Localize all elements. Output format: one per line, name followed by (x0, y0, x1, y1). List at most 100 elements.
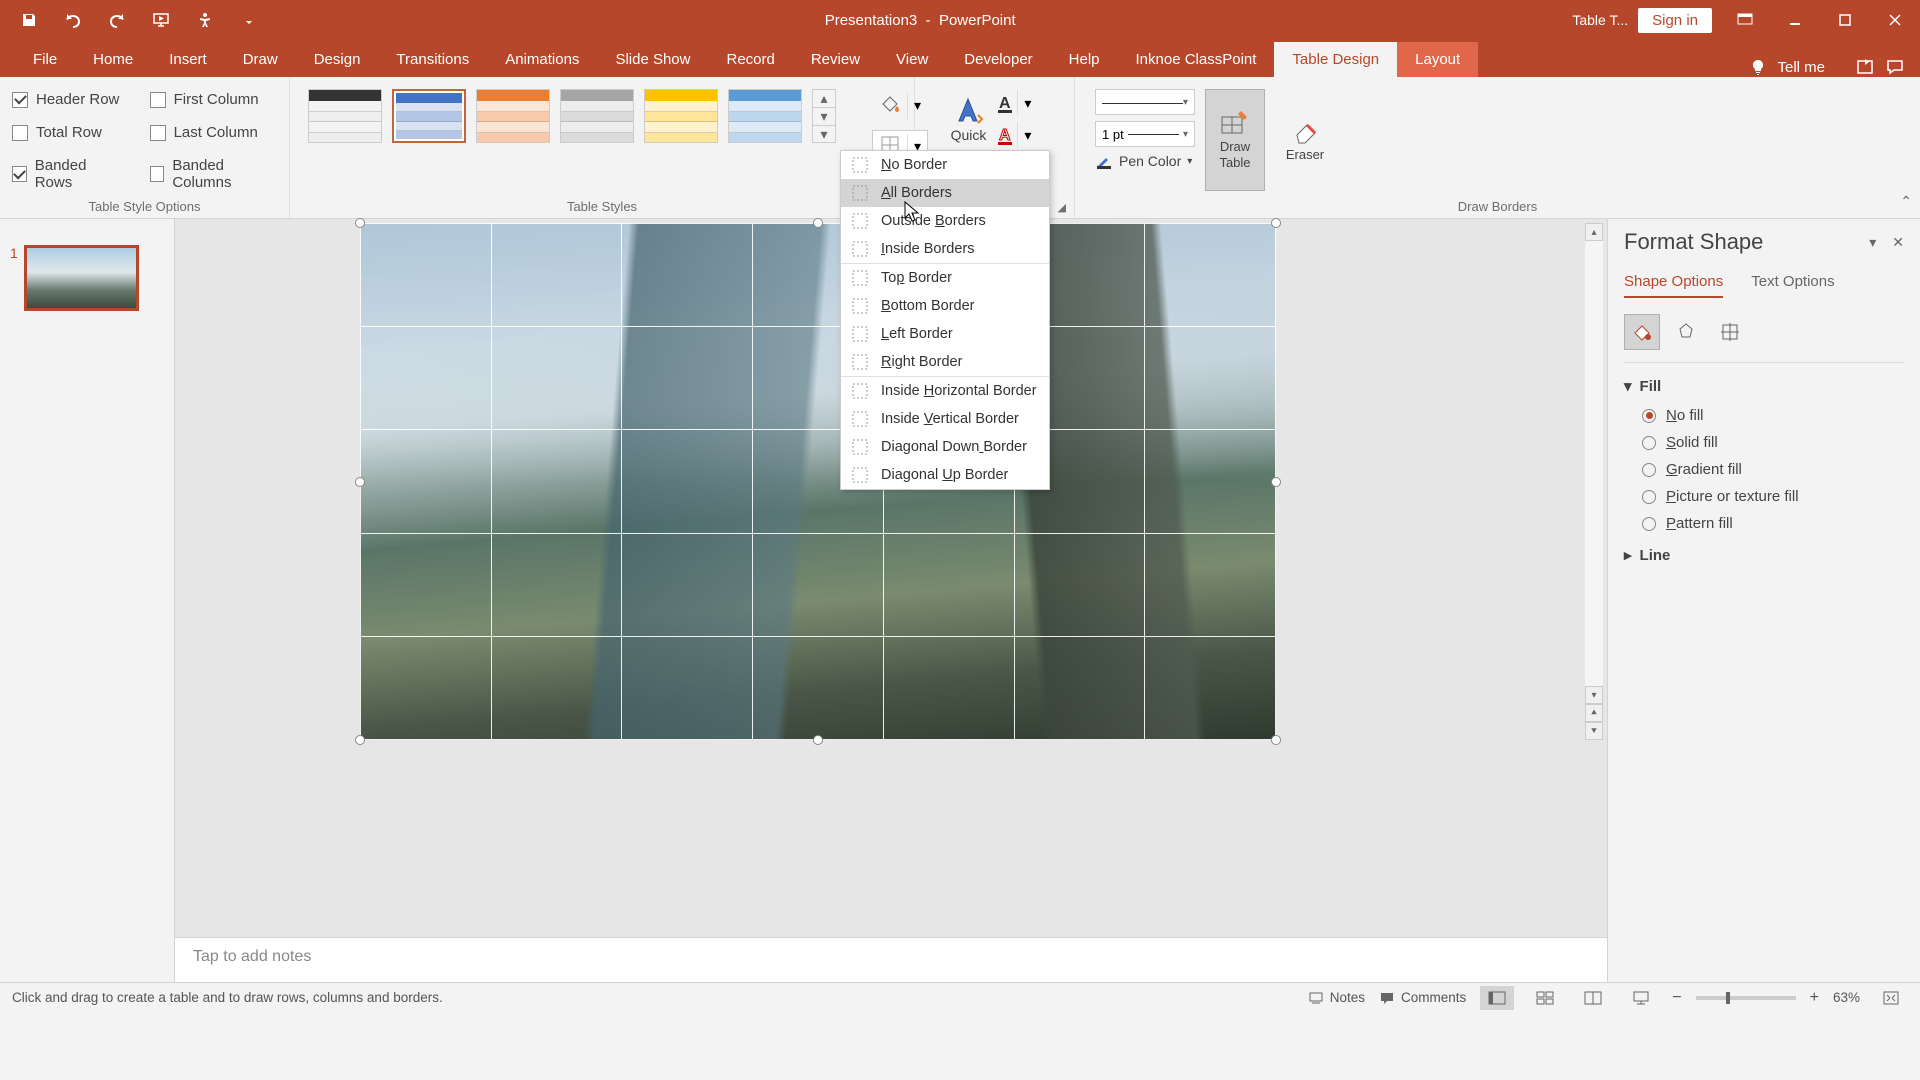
fit-to-window-icon[interactable] (1874, 986, 1908, 1010)
tab-help[interactable]: Help (1051, 42, 1118, 77)
selection-handle[interactable] (1271, 735, 1281, 745)
notes-toggle-button[interactable]: Notes (1308, 990, 1365, 1005)
tab-transitions[interactable]: Transitions (378, 42, 487, 77)
dialog-launcher-icon[interactable]: ◢ (1058, 201, 1066, 214)
slideshow-view-icon[interactable] (1624, 986, 1658, 1010)
normal-view-icon[interactable] (1480, 986, 1514, 1010)
draw-table-button[interactable]: Draw Table (1205, 89, 1265, 191)
style-swatch[interactable] (392, 89, 466, 143)
text-fill-button[interactable]: A▾ (994, 89, 1038, 117)
size-properties-icon[interactable] (1712, 314, 1748, 350)
scroll-up-icon[interactable]: ▴ (1585, 223, 1603, 241)
tab-text-options[interactable]: Text Options (1751, 273, 1834, 298)
undo-icon[interactable] (56, 3, 90, 37)
selection-handle[interactable] (355, 218, 365, 228)
tab-developer[interactable]: Developer (946, 42, 1050, 77)
tab-home[interactable]: Home (75, 42, 151, 77)
tab-slideshow[interactable]: Slide Show (597, 42, 708, 77)
selection-handle[interactable] (1271, 477, 1281, 487)
notes-pane[interactable]: Tap to add notes (175, 937, 1607, 982)
tab-shape-options[interactable]: Shape Options (1624, 273, 1723, 298)
menu-item-border[interactable]: Inside Borders (841, 235, 1049, 263)
tab-layout[interactable]: Layout (1397, 42, 1478, 77)
tab-insert[interactable]: Insert (151, 42, 225, 77)
style-swatch[interactable] (560, 89, 634, 143)
chk-header-row[interactable]: Header Row (12, 91, 120, 108)
table-styles-gallery[interactable]: ▴▾▾ (302, 85, 842, 147)
chk-total-row[interactable]: Total Row (12, 124, 120, 141)
selection-handle[interactable] (813, 735, 823, 745)
menu-item-border[interactable]: Left Border (841, 320, 1049, 348)
maximize-icon[interactable] (1820, 0, 1870, 40)
slideshow-from-beginning-icon[interactable] (144, 3, 178, 37)
tab-design[interactable]: Design (296, 42, 379, 77)
chk-last-column[interactable]: Last Column (150, 124, 277, 141)
redo-icon[interactable] (100, 3, 134, 37)
chk-banded-rows[interactable]: Banded Rows (12, 157, 120, 191)
gallery-more-button[interactable]: ▴▾▾ (812, 89, 836, 143)
slide-thumbnail[interactable] (24, 245, 139, 311)
vertical-scrollbar[interactable]: ▴ ▾ ⯅ ⯆ (1585, 223, 1603, 740)
ribbon-display-icon[interactable] (1720, 0, 1770, 40)
quick-styles-button[interactable]: Quick (951, 95, 987, 143)
menu-item-border[interactable]: Bottom Border (841, 292, 1049, 320)
pen-color-button[interactable]: Pen Color ▾ (1095, 153, 1195, 169)
tab-view[interactable]: View (878, 42, 946, 77)
collapse-ribbon-icon[interactable]: ⌃ (1900, 193, 1912, 210)
zoom-slider[interactable] (1696, 996, 1796, 1000)
fill-radio-option[interactable]: Gradient fill (1642, 461, 1904, 478)
zoom-in-button[interactable]: + (1810, 989, 1819, 1007)
tab-draw[interactable]: Draw (225, 42, 296, 77)
comments-toggle-button[interactable]: Comments (1379, 990, 1466, 1005)
minimize-icon[interactable] (1770, 0, 1820, 40)
selection-handle[interactable] (355, 477, 365, 487)
prev-slide-icon[interactable]: ⯅ (1585, 704, 1603, 722)
style-swatch[interactable] (728, 89, 802, 143)
tell-me-button[interactable]: Tell me (1777, 59, 1825, 76)
text-outline-button[interactable]: A▾ (994, 121, 1038, 149)
tab-record[interactable]: Record (708, 42, 792, 77)
pane-options-icon[interactable]: ▾ (1869, 234, 1876, 251)
menu-item-border[interactable]: Right Border (841, 348, 1049, 376)
menu-item-border[interactable]: Top Border (841, 264, 1049, 292)
tab-review[interactable]: Review (793, 42, 878, 77)
close-pane-icon[interactable]: ✕ (1892, 234, 1904, 251)
tab-animations[interactable]: Animations (487, 42, 597, 77)
menu-item-border[interactable]: Inside Vertical Border (841, 405, 1049, 433)
reading-view-icon[interactable] (1576, 986, 1610, 1010)
selection-handle[interactable] (355, 735, 365, 745)
share-icon[interactable] (1855, 57, 1875, 77)
style-swatch[interactable] (476, 89, 550, 143)
menu-item-border[interactable]: Outside Borders (841, 207, 1049, 235)
fill-radio-option[interactable]: Picture or texture fill (1642, 488, 1904, 505)
menu-item-border[interactable]: Diagonal Down Border (841, 433, 1049, 461)
menu-item-border[interactable]: No Border (841, 151, 1049, 179)
tab-file[interactable]: File (15, 42, 75, 77)
fill-line-icon[interactable] (1624, 314, 1660, 350)
sign-in-button[interactable]: Sign in (1638, 8, 1712, 33)
thumbnail-item[interactable]: 1 (10, 245, 164, 311)
selected-table[interactable] (360, 223, 1276, 740)
close-icon[interactable] (1870, 0, 1920, 40)
zoom-out-button[interactable]: − (1672, 989, 1681, 1007)
slide-thumbnails-panel[interactable]: 1 (0, 219, 175, 982)
chk-banded-columns[interactable]: Banded Columns (150, 157, 277, 191)
line-section-header[interactable]: ▸Line (1624, 546, 1904, 564)
menu-item-border[interactable]: All Borders (841, 179, 1049, 207)
slide-sorter-view-icon[interactable] (1528, 986, 1562, 1010)
selection-handle[interactable] (813, 218, 823, 228)
selection-handle[interactable] (1271, 218, 1281, 228)
fill-section-header[interactable]: ▾Fill (1624, 377, 1904, 395)
zoom-level[interactable]: 63% (1833, 990, 1860, 1005)
effects-icon[interactable] (1668, 314, 1704, 350)
pen-weight-combo[interactable]: 1 pt▾ (1095, 121, 1195, 147)
next-slide-icon[interactable]: ⯆ (1585, 722, 1603, 740)
tab-classpoint[interactable]: Inknoe ClassPoint (1118, 42, 1275, 77)
scroll-down-icon[interactable]: ▾ (1585, 686, 1603, 704)
pen-style-combo[interactable]: ▾ (1095, 89, 1195, 115)
fill-radio-option[interactable]: Pattern fill (1642, 515, 1904, 532)
style-swatch[interactable] (308, 89, 382, 143)
customize-qat-icon[interactable] (232, 3, 266, 37)
tab-table-design[interactable]: Table Design (1274, 42, 1397, 77)
save-icon[interactable] (12, 3, 46, 37)
